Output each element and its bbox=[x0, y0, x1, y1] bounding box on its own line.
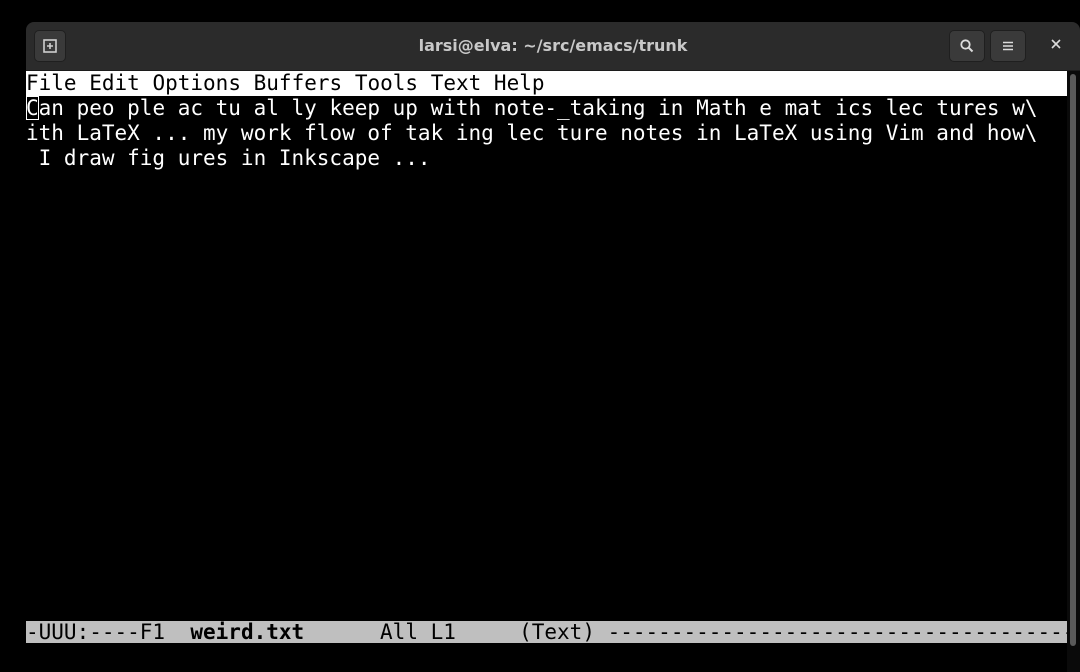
text-cursor: C bbox=[26, 96, 39, 120]
terminal-window: larsi@elva: ~/src/emacs/trunk File Edit … bbox=[26, 22, 1080, 672]
modeline-major-mode: (Text) bbox=[519, 621, 595, 643]
terminal-area[interactable]: File Edit Options Buffers Tools Text Hel… bbox=[26, 71, 1067, 672]
menu-file[interactable]: File bbox=[26, 71, 77, 95]
menu-edit[interactable]: Edit bbox=[89, 71, 140, 95]
close-button[interactable] bbox=[1042, 30, 1070, 62]
menu-tools[interactable]: Tools bbox=[355, 71, 418, 95]
menu-button[interactable] bbox=[990, 30, 1026, 62]
buffer-line-1[interactable]: Can peo ple ac tu al ly keep up with not… bbox=[26, 96, 1037, 121]
new-tab-button[interactable] bbox=[34, 30, 66, 62]
hamburger-menu-icon bbox=[1000, 38, 1016, 54]
menu-options[interactable]: Options bbox=[152, 71, 241, 95]
emacs-menubar: File Edit Options Buffers Tools Text Hel… bbox=[26, 71, 1067, 96]
buffer-line-2[interactable]: ith LaTeX ... my work flow of tak ing le… bbox=[26, 121, 1037, 146]
buffer-line-3[interactable]: I draw fig ures in Inkscape ... bbox=[26, 146, 431, 171]
buffer-line-1-text: an peo ple ac tu al ly keep up with note… bbox=[38, 96, 1038, 120]
search-icon bbox=[959, 38, 975, 54]
titlebar: larsi@elva: ~/src/emacs/trunk bbox=[26, 22, 1080, 71]
search-button[interactable] bbox=[949, 30, 985, 62]
close-icon bbox=[1050, 37, 1062, 55]
emacs-modeline: -UUU:----F1 weird.txt All L1 (Text) ----… bbox=[26, 621, 1067, 643]
modeline-fill: ----------------------------------------… bbox=[607, 621, 1067, 643]
modeline-position: All L1 bbox=[304, 621, 520, 643]
buffer-line-3-text: I draw fig ures in Inkscape ... bbox=[26, 146, 431, 170]
scrollbar-thumb[interactable] bbox=[1070, 74, 1076, 646]
menu-help[interactable]: Help bbox=[494, 71, 545, 95]
window-title: larsi@elva: ~/src/emacs/trunk bbox=[418, 36, 688, 55]
menu-text[interactable]: Text bbox=[431, 71, 482, 95]
modeline-buffer-name: weird.txt bbox=[190, 621, 305, 643]
modeline-status: -UUU:----F1 bbox=[26, 621, 191, 643]
scrollbar[interactable] bbox=[1067, 71, 1080, 672]
new-tab-icon bbox=[42, 38, 58, 54]
menu-buffers[interactable]: Buffers bbox=[254, 71, 343, 95]
buffer-line-2-text: ith LaTeX ... my work flow of tak ing le… bbox=[26, 121, 1038, 145]
